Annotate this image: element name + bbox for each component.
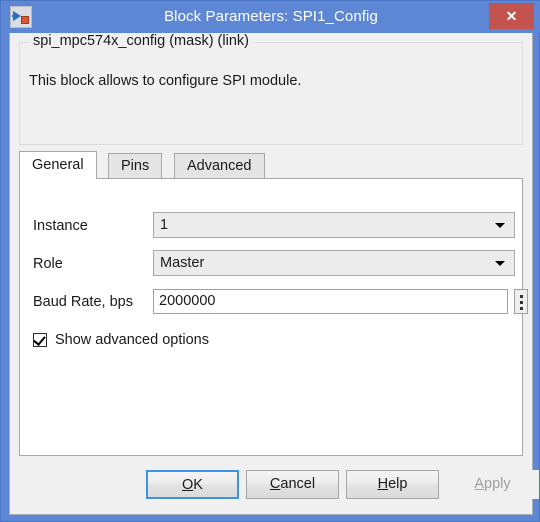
apply-button-mnemonic: A (474, 476, 485, 492)
check-icon (33, 333, 46, 346)
show-advanced-options-label: Show advanced options (55, 332, 209, 348)
apply-button-label: pply (484, 476, 511, 492)
description-groupbox: spi_mpc574x_config (mask) (link) This bl… (19, 33, 523, 145)
baud-rate-label: Baud Rate, bps (33, 294, 133, 310)
vertical-ellipsis-icon[interactable] (514, 289, 528, 314)
tab-advanced[interactable]: Advanced (174, 153, 265, 178)
dialog-button-bar: OK Cancel Help Apply (10, 462, 539, 513)
checkbox-box (33, 333, 47, 347)
tab-pins[interactable]: Pins (108, 153, 163, 178)
chevron-down-icon (495, 223, 505, 228)
tab-general[interactable]: General (19, 151, 97, 179)
tab-panel-general: Instance 1 Role Master Baud Rate, bps 20… (19, 178, 528, 456)
apply-button: Apply (446, 470, 539, 499)
role-dropdown[interactable]: Master (153, 250, 515, 276)
chevron-down-icon (495, 261, 505, 266)
role-value: Master (160, 255, 205, 271)
help-button-label: elp (388, 476, 408, 492)
mask-description-text: This block allows to configure SPI modul… (29, 73, 302, 89)
cancel-button[interactable]: Cancel (246, 470, 339, 499)
cancel-button-label: ancel (280, 476, 316, 492)
cancel-button-mnemonic: C (269, 476, 281, 492)
title-bar[interactable]: Block Parameters: SPI1_Config ✕ (1, 1, 540, 33)
dialog-window: Block Parameters: SPI1_Config ✕ spi_mpc5… (0, 0, 540, 522)
role-label: Role (33, 256, 63, 272)
ok-button-mnemonic: O (182, 477, 194, 493)
instance-dropdown[interactable]: 1 (153, 212, 515, 238)
tab-strip: General Pins Advanced (19, 151, 523, 179)
instance-value: 1 (160, 217, 169, 233)
baud-rate-input[interactable]: 2000000 (153, 289, 508, 314)
dialog-client-area: spi_mpc574x_config (mask) (link) This bl… (9, 33, 539, 515)
instance-label: Instance (33, 218, 88, 234)
help-button[interactable]: Help (346, 470, 439, 499)
ok-button-label: K (193, 477, 203, 493)
ok-button[interactable]: OK (146, 470, 239, 499)
baud-rate-value: 2000000 (159, 293, 216, 309)
mask-name-label: spi_mpc574x_config (mask) (link) (29, 33, 253, 49)
window-title: Block Parameters: SPI1_Config (164, 8, 378, 25)
close-icon[interactable]: ✕ (489, 3, 534, 29)
simulink-block-icon (10, 6, 32, 28)
help-button-mnemonic: H (377, 476, 389, 492)
